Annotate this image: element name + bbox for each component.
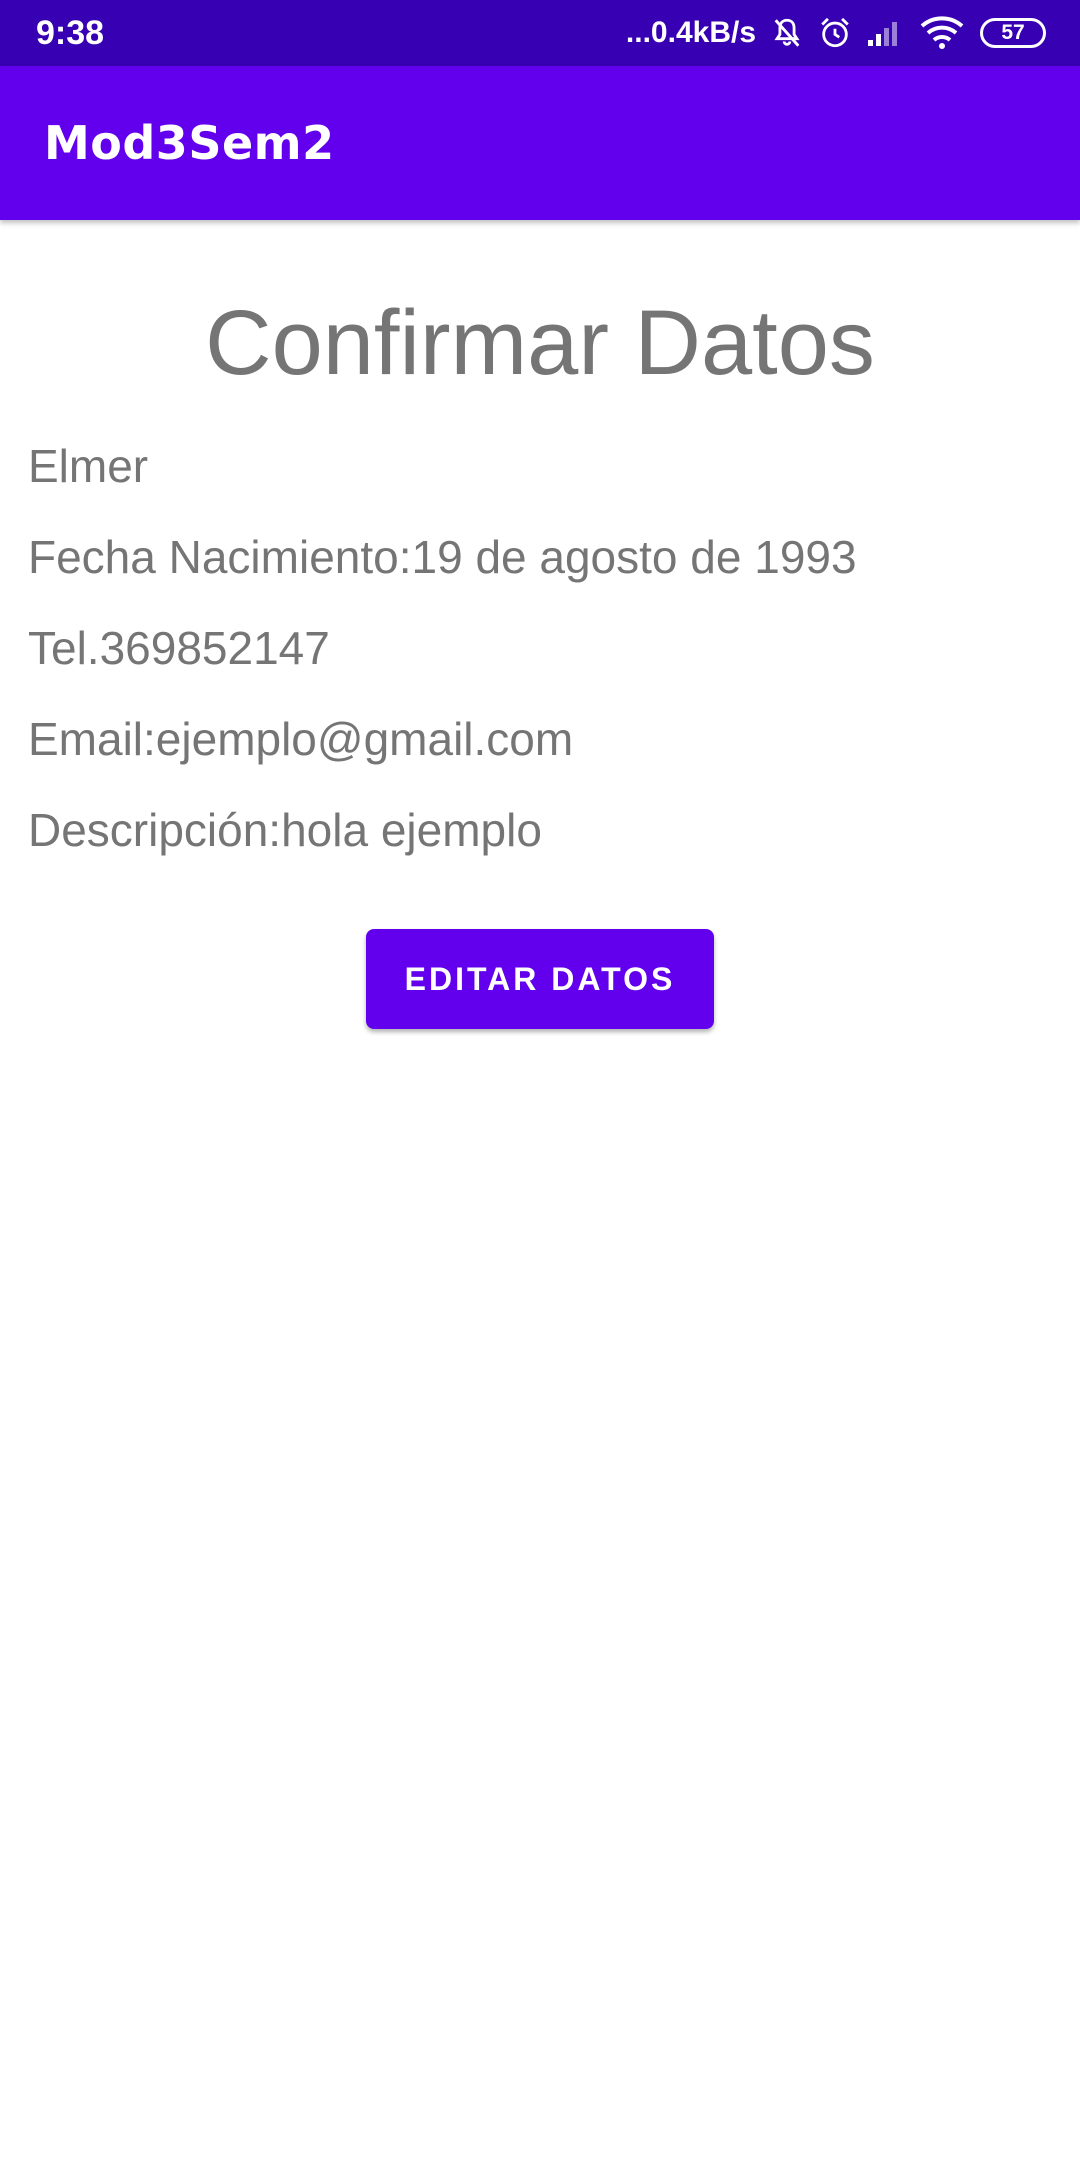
mute-icon <box>770 16 804 50</box>
phone-text: Tel.369852147 <box>28 622 330 674</box>
status-icons: ...0.4kB/s 57 <box>626 10 1046 56</box>
network-speed: ...0.4kB/s <box>625 16 756 49</box>
birth-date-text: Fecha Nacimiento:19 de agosto de 1993 <box>28 531 857 583</box>
wifi-icon <box>920 16 964 50</box>
signal-icon <box>866 18 906 48</box>
alarm-icon <box>818 16 852 50</box>
app-title: Mod3Sem2 <box>44 116 335 170</box>
status-bar: 9:38 ...0.4kB/s 57 <box>0 0 1080 66</box>
edit-data-button[interactable]: EDITAR DATOS <box>366 929 714 1029</box>
email-text: Email:ejemplo@gmail.com <box>28 713 574 765</box>
battery-level: 57 <box>1001 21 1025 44</box>
status-time: 9:38 <box>36 14 105 52</box>
app-bar: Mod3Sem2 <box>0 66 1080 220</box>
battery-icon: 57 <box>980 18 1046 48</box>
page-title: Confirmar Datos <box>205 292 875 394</box>
name-text: Elmer <box>28 440 149 492</box>
description-text: Descripción:hola ejemplo <box>28 804 542 856</box>
